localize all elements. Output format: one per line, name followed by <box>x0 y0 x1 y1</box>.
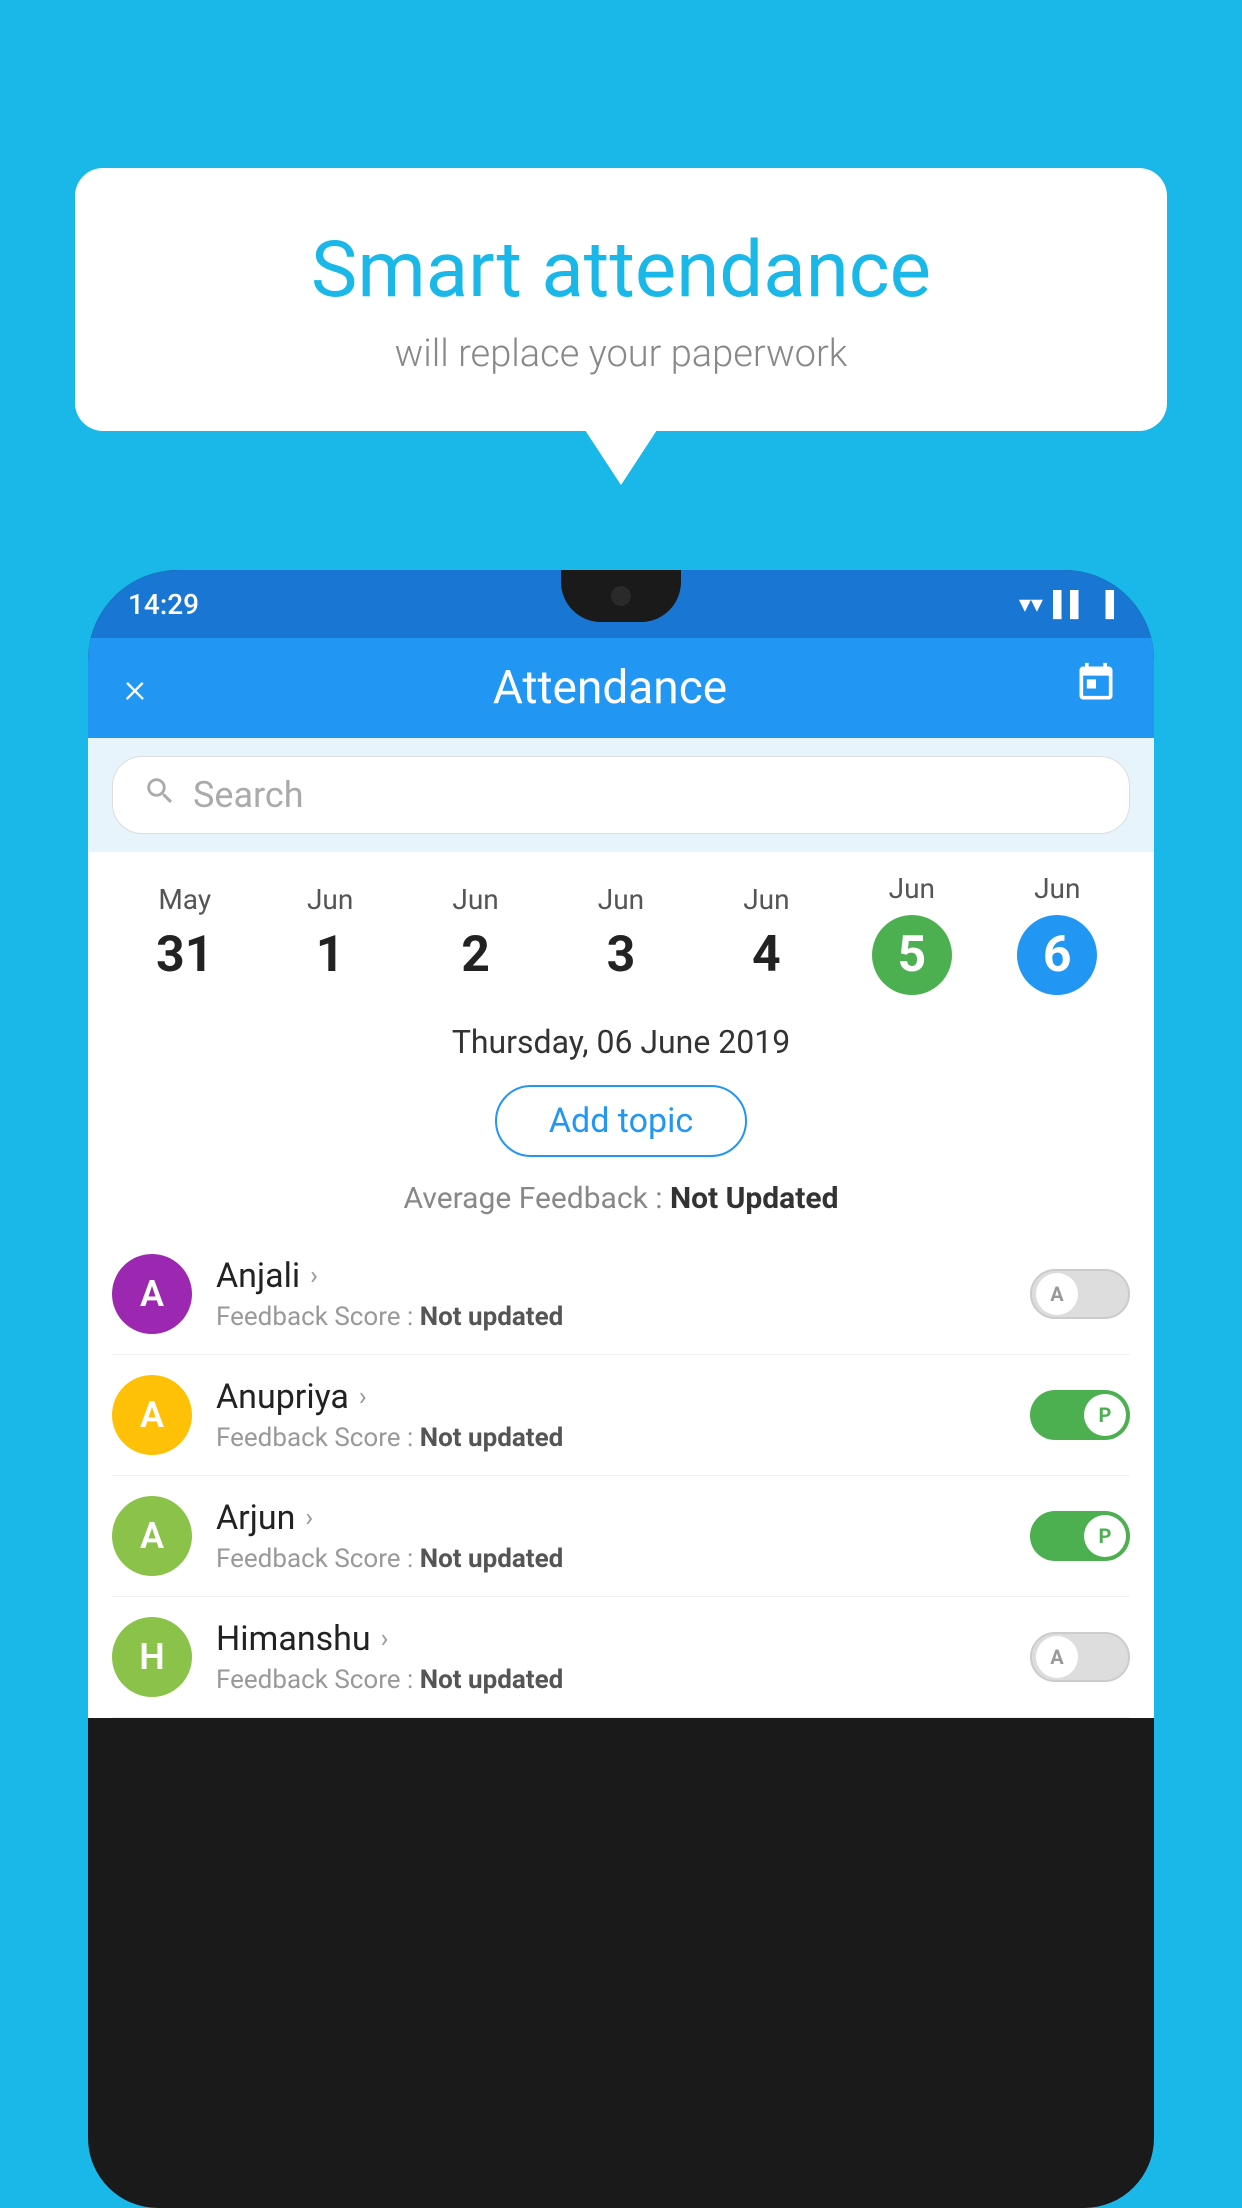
date-strip: May 31 Jun 1 Jun 2 Jun 3 Jun 4 Jun 5 <box>88 852 1154 1005</box>
wifi-icon: ▾▾ <box>1019 590 1043 618</box>
avg-feedback: Average Feedback : Not Updated <box>88 1171 1154 1234</box>
chevron-icon: › <box>381 1624 389 1654</box>
student-name-arjun: Arjun › <box>216 1498 1006 1538</box>
calendar-icon[interactable] <box>1074 661 1118 715</box>
avatar-anupriya: A <box>112 1375 192 1455</box>
search-icon <box>143 774 177 817</box>
toggle-knob-anupriya: P <box>1084 1394 1126 1436</box>
date-item-jun6[interactable]: Jun 6 <box>985 872 1130 995</box>
signal-icon: ▌▌ <box>1053 590 1087 619</box>
student-info-arjun: Arjun › Feedback Score : Not updated <box>216 1498 1006 1574</box>
attendance-toggle-himanshu[interactable]: A <box>1030 1632 1130 1682</box>
chevron-icon: › <box>359 1382 367 1412</box>
date-item-jun5[interactable]: Jun 5 <box>839 872 984 995</box>
toggle-knob-anjali: A <box>1036 1273 1078 1315</box>
speech-bubble-title: Smart attendance <box>135 228 1107 314</box>
student-info-anjali: Anjali › Feedback Score : Not updated <box>216 1256 1006 1332</box>
avatar-himanshu: H <box>112 1617 192 1697</box>
phone-notch <box>561 570 681 622</box>
phone-camera <box>611 586 631 606</box>
close-button[interactable]: × <box>124 664 146 713</box>
phone-frame: 14:29 ▾▾ ▌▌ ▐ × Attendance Searc <box>88 570 1154 2208</box>
student-feedback-arjun: Feedback Score : Not updated <box>216 1544 1006 1574</box>
toggle-knob-arjun: P <box>1084 1515 1126 1557</box>
student-name-himanshu: Himanshu › <box>216 1619 1006 1659</box>
speech-bubble-subtitle: will replace your paperwork <box>135 332 1107 376</box>
toggle-knob-himanshu: A <box>1036 1636 1078 1678</box>
attendance-toggle-arjun[interactable]: P <box>1030 1511 1130 1561</box>
status-time: 14:29 <box>128 588 199 621</box>
attendance-toggle-anjali[interactable]: A <box>1030 1269 1130 1319</box>
student-item-himanshu[interactable]: H Himanshu › Feedback Score : Not update… <box>112 1597 1130 1718</box>
phone-content: Search May 31 Jun 1 Jun 2 Jun 3 Jun <box>88 738 1154 1718</box>
student-info-himanshu: Himanshu › Feedback Score : Not updated <box>216 1619 1006 1695</box>
student-list: A Anjali › Feedback Score : Not updated … <box>88 1234 1154 1718</box>
date-item-jun4[interactable]: Jun 4 <box>694 883 839 984</box>
student-item-anjali[interactable]: A Anjali › Feedback Score : Not updated … <box>112 1234 1130 1355</box>
avatar-anjali: A <box>112 1254 192 1334</box>
student-item-anupriya[interactable]: A Anupriya › Feedback Score : Not update… <box>112 1355 1130 1476</box>
add-topic-button[interactable]: Add topic <box>495 1085 747 1157</box>
app-title: Attendance <box>493 661 727 715</box>
search-placeholder: Search <box>193 774 304 816</box>
student-feedback-himanshu: Feedback Score : Not updated <box>216 1665 1006 1695</box>
status-icons: ▾▾ ▌▌ ▐ <box>1019 590 1114 619</box>
app-bar: × Attendance <box>88 638 1154 738</box>
avg-feedback-value: Not Updated <box>670 1181 839 1216</box>
search-input[interactable]: Search <box>112 756 1130 834</box>
student-name-anjali: Anjali › <box>216 1256 1006 1296</box>
student-feedback-anjali: Feedback Score : Not updated <box>216 1302 1006 1332</box>
student-item-arjun[interactable]: A Arjun › Feedback Score : Not updated P <box>112 1476 1130 1597</box>
search-bar-container: Search <box>88 738 1154 852</box>
avatar-arjun: A <box>112 1496 192 1576</box>
date-item-jun3[interactable]: Jun 3 <box>548 883 693 984</box>
avg-feedback-label: Average Feedback : <box>404 1181 670 1216</box>
student-name-anupriya: Anupriya › <box>216 1377 1006 1417</box>
student-feedback-anupriya: Feedback Score : Not updated <box>216 1423 1006 1453</box>
date-item-jun2[interactable]: Jun 2 <box>403 883 548 984</box>
selected-date-label: Thursday, 06 June 2019 <box>88 1005 1154 1071</box>
speech-bubble: Smart attendance will replace your paper… <box>75 168 1167 431</box>
chevron-icon: › <box>305 1503 313 1533</box>
chevron-icon: › <box>310 1261 318 1291</box>
status-bar: 14:29 ▾▾ ▌▌ ▐ <box>88 570 1154 638</box>
add-topic-container: Add topic <box>88 1071 1154 1171</box>
date-item-jun1[interactable]: Jun 1 <box>257 883 402 984</box>
student-info-anupriya: Anupriya › Feedback Score : Not updated <box>216 1377 1006 1453</box>
attendance-toggle-anupriya[interactable]: P <box>1030 1390 1130 1440</box>
date-item-may31[interactable]: May 31 <box>112 883 257 984</box>
battery-icon: ▐ <box>1097 590 1114 619</box>
